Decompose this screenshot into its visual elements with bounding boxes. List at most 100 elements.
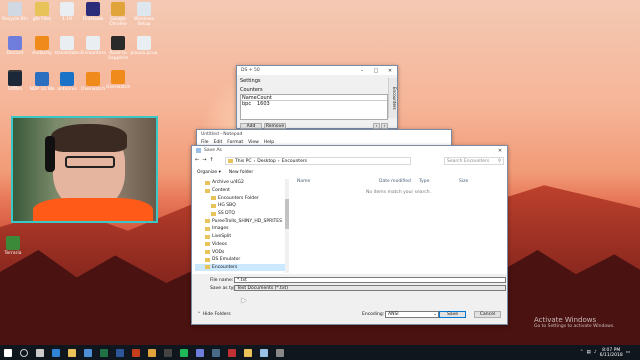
hide-folders-label: Hide Folders xyxy=(202,312,231,317)
clock[interactable]: 8:07 PM 6/11/2018 xyxy=(600,348,623,358)
side-tab[interactable]: Encounters xyxy=(388,78,397,118)
minimize-icon[interactable]: – xyxy=(355,66,369,75)
taskbar-glyph xyxy=(244,348,252,357)
tree-item-label: DS Emulator xyxy=(212,257,241,263)
search-icon[interactable] xyxy=(16,345,32,360)
breadcrumb-this-pc[interactable]: This PC xyxy=(235,159,251,164)
col-date[interactable]: Date modified xyxy=(379,179,419,186)
dialog-toolbar: Organize ▾ New folder xyxy=(197,170,253,175)
forward-arrow-icon[interactable]: → xyxy=(202,157,206,163)
excel-icon[interactable] xyxy=(96,345,112,360)
task-view-icon[interactable] xyxy=(32,345,48,360)
desktop-icon[interactable]: Steam xyxy=(0,72,30,92)
hide-folders-toggle[interactable]: ⌃ Hide Folders xyxy=(197,312,231,317)
save-as-titlebar[interactable]: Save As ✕ xyxy=(192,146,507,155)
tree-item[interactable]: DS Emulator xyxy=(195,256,287,264)
back-arrow-icon[interactable]: ← xyxy=(195,157,199,163)
obs-icon[interactable] xyxy=(160,345,176,360)
col-size[interactable]: Size xyxy=(459,179,468,186)
app-icon[interactable] xyxy=(272,345,288,360)
desktop-icon[interactable]: Windows Setup xyxy=(129,2,159,27)
tree-item[interactable]: Images xyxy=(195,225,287,233)
taskbar-glyph xyxy=(36,348,44,357)
close-icon[interactable]: ✕ xyxy=(383,66,397,75)
tree-item[interactable]: LiveSplit xyxy=(195,233,287,241)
system-tray[interactable]: ⌃ ▤ ♪ 8:07 PM 6/11/2018 ▭ xyxy=(580,348,640,358)
cancel-button[interactable]: Cancel xyxy=(474,311,501,318)
word-icon[interactable] xyxy=(112,345,128,360)
tree-item[interactable]: HG SBQ xyxy=(195,202,287,210)
powerpoint-icon[interactable] xyxy=(128,345,144,360)
tree-item[interactable]: PureeTrolls_SHINY_HD_SPRITES xyxy=(195,217,287,225)
breadcrumb-encounters[interactable]: Encounters xyxy=(282,159,307,164)
save-type-select[interactable]: Text Documents (*.txt) xyxy=(234,285,506,291)
save-button[interactable]: Save xyxy=(439,311,466,318)
desktop-icon[interactable]: Discord xyxy=(0,36,30,56)
tree-item[interactable]: Archive u/4G2 xyxy=(195,179,287,187)
ds-titlebar[interactable]: DS + 50 – □ ✕ xyxy=(237,66,397,75)
recycle-bin-icon xyxy=(8,2,22,16)
watermark-line2: Go to Settings to activate Windows. xyxy=(534,324,615,329)
notepad-titlebar[interactable]: Untitled - Notepad xyxy=(197,130,451,138)
desktop-icon-label: Steam xyxy=(7,87,23,92)
menu-edit[interactable]: Edit xyxy=(214,140,223,145)
menu-file[interactable]: File xyxy=(201,140,209,145)
volume-icon[interactable]: ♪ xyxy=(594,350,597,355)
spotify-icon[interactable] xyxy=(176,345,192,360)
notepad-icon[interactable] xyxy=(256,345,272,360)
desktop-icon-label: pixusa.pcux xyxy=(130,51,158,56)
new-folder-button[interactable]: New folder xyxy=(229,170,253,175)
col-name[interactable]: Name xyxy=(292,179,379,186)
folder-icon[interactable] xyxy=(240,345,256,360)
tree-item[interactable]: VODs xyxy=(195,248,287,256)
edge-icon[interactable] xyxy=(48,345,64,360)
tree-item[interactable]: SS DTQ xyxy=(195,210,287,218)
encoding-select[interactable]: ANSI ⌄ xyxy=(385,311,439,318)
folder-icon xyxy=(205,265,210,270)
desktop-icon-label: Terraria xyxy=(4,251,22,256)
ds-title: DS + 50 xyxy=(241,68,260,73)
desktop-icon[interactable]: pixusa.pcux xyxy=(129,36,159,56)
maximize-icon[interactable]: □ xyxy=(369,66,383,75)
discord-icon[interactable] xyxy=(192,345,208,360)
taskbar-glyph xyxy=(100,348,108,357)
tree-item[interactable]: Videos xyxy=(195,241,287,249)
close-icon[interactable]: ✕ xyxy=(493,146,507,155)
file-icon xyxy=(60,2,74,16)
network-icon[interactable]: ▤ xyxy=(587,350,591,355)
windows-start-icon[interactable] xyxy=(0,345,16,360)
address-bar[interactable]: This PC › Desktop › Encounters xyxy=(225,157,411,165)
notification-chevron-icon[interactable]: ⌃ xyxy=(580,350,584,355)
encoding-value: ANSI xyxy=(388,312,399,317)
up-arrow-icon[interactable]: ↑ xyxy=(209,157,213,163)
tree-item[interactable]: Content xyxy=(195,187,287,195)
col-type[interactable]: Type xyxy=(419,179,459,186)
tree-item[interactable]: Encounters xyxy=(195,263,287,272)
organize-button[interactable]: Organize ▾ xyxy=(197,170,221,175)
file-explorer-icon[interactable] xyxy=(64,345,80,360)
store-icon[interactable] xyxy=(80,345,96,360)
shield-icon xyxy=(60,72,74,86)
file-name-input[interactable]: *.txt xyxy=(234,277,506,283)
desktop-icon[interactable]: Recycle Bin xyxy=(0,2,30,22)
search-input[interactable]: Search Encounters ⚲ xyxy=(444,157,504,165)
menu-help[interactable]: Help xyxy=(264,140,274,145)
chrome-icon[interactable] xyxy=(144,345,160,360)
desktop-icon[interactable]: Terraria xyxy=(0,236,28,256)
steam-icon[interactable] xyxy=(208,345,224,360)
taskbar-apps xyxy=(0,345,288,360)
col-name-header: Name xyxy=(242,95,257,101)
tree-scrollbar[interactable] xyxy=(285,179,289,273)
app-icon[interactable] xyxy=(224,345,240,360)
desktop-icon[interactable]: Overwatch xyxy=(78,72,108,92)
breadcrumb-desktop[interactable]: Desktop xyxy=(257,159,276,164)
action-center-icon[interactable]: ▭ xyxy=(626,350,630,355)
tree-item-label: LiveSplit xyxy=(212,234,232,240)
counter-row[interactable]: bpc 1603 xyxy=(241,101,387,107)
notepad-title: Untitled - Notepad xyxy=(201,131,243,137)
menu-format[interactable]: Format xyxy=(227,140,243,145)
tree-item[interactable]: Encounters Folder xyxy=(195,194,287,202)
menu-view[interactable]: View xyxy=(248,140,259,145)
glasses xyxy=(65,156,115,168)
app-icon xyxy=(35,72,49,86)
